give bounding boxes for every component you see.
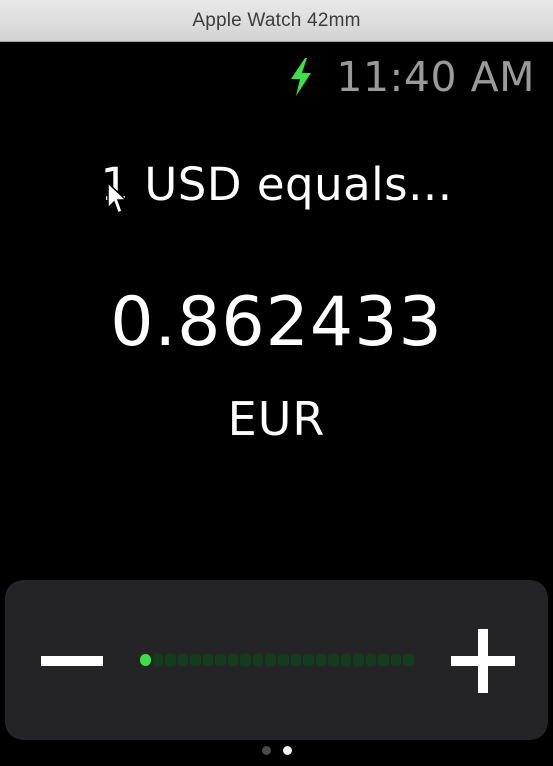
slider-segment (140, 654, 151, 666)
slider-segment (215, 654, 226, 666)
page-dot[interactable] (261, 746, 271, 755)
slider-segment (190, 654, 201, 666)
slider-segment (202, 654, 214, 666)
slider-segment (252, 654, 264, 666)
page-indicator[interactable] (0, 746, 553, 755)
slider-segment (227, 654, 239, 666)
target-currency: EUR (227, 392, 326, 446)
slider-segment (165, 654, 176, 666)
slider-segment (315, 654, 327, 666)
conversion-headline: 1 USD equals... (100, 158, 453, 211)
window-titlebar[interactable]: Apple Watch 42mm (0, 0, 553, 42)
slider-segment (278, 654, 289, 666)
status-bar: 11:40 AM (288, 50, 535, 104)
slider-segment (403, 654, 415, 666)
decrement-button[interactable] (31, 620, 111, 700)
increment-button[interactable] (443, 620, 527, 704)
window-title: Apple Watch 42mm (192, 9, 361, 31)
slider-segment (390, 654, 402, 666)
minus-icon (41, 656, 103, 666)
status-time: 11:40 AM (336, 53, 535, 101)
converted-value: 0.862433 (110, 283, 443, 362)
slider-segment (265, 654, 277, 666)
slider-segment (328, 654, 339, 666)
slider-segment (365, 654, 377, 666)
amount-slider[interactable] (5, 580, 548, 740)
slider-segment (353, 654, 364, 666)
slider-segment (290, 654, 302, 666)
slider-segment (303, 654, 314, 666)
watch-simulator-window: Apple Watch 42mm 11:40 AM 1 USD equals..… (0, 0, 553, 766)
slider-segment (378, 654, 389, 666)
charging-bolt-icon (288, 57, 314, 97)
slider-segment (240, 654, 251, 666)
slider-segment (177, 654, 189, 666)
slider-segment (340, 654, 352, 666)
page-dot[interactable] (282, 746, 292, 755)
slider-track[interactable] (140, 654, 415, 666)
slider-segment (152, 654, 164, 666)
mouse-pointer-icon (107, 182, 128, 215)
